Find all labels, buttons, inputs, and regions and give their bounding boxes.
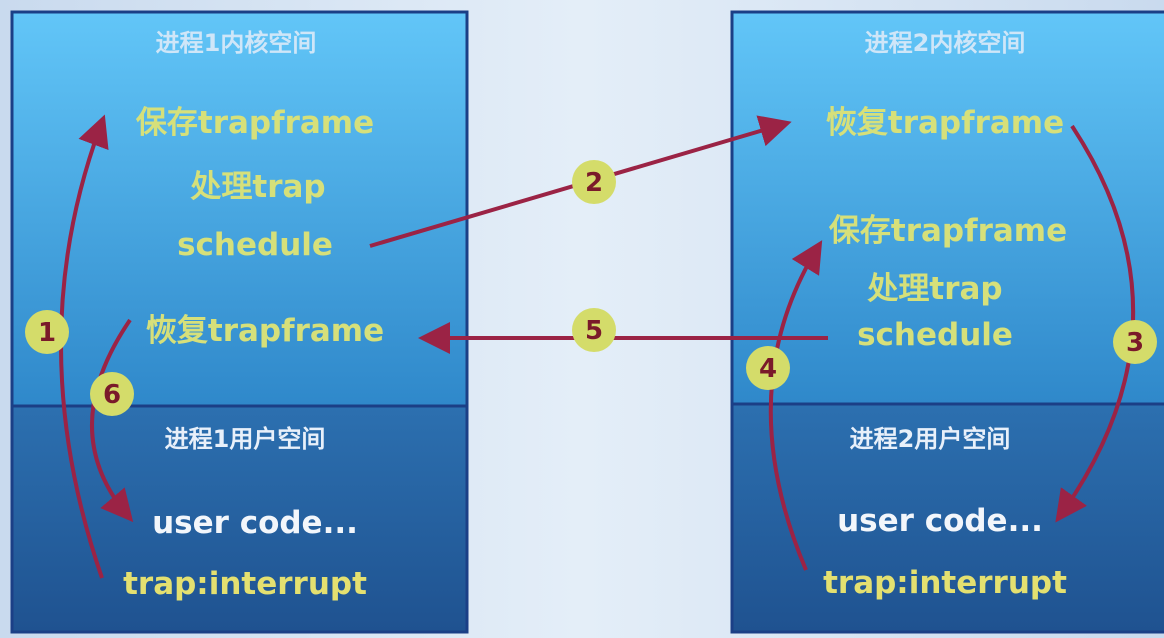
process1-box: 进程1内核空间 保存trapframe 处理trap schedule 恢复tr… bbox=[10, 10, 469, 634]
p1-schedule: schedule bbox=[177, 227, 333, 263]
svg-text:6: 6 bbox=[103, 380, 121, 410]
step-badge-1: 1 bbox=[25, 310, 69, 354]
step-badge-5: 5 bbox=[572, 308, 616, 352]
svg-text:4: 4 bbox=[759, 354, 777, 384]
process2-kernel-title: 进程2内核空间 bbox=[865, 29, 1026, 57]
p2-handle-trap: 处理trap bbox=[866, 271, 1002, 307]
svg-text:2: 2 bbox=[585, 168, 603, 198]
process2-box: 进程2内核空间 恢复trapframe 保存trapframe 处理trap s… bbox=[730, 10, 1164, 634]
p2-save-trapframe: 保存trapframe bbox=[829, 213, 1067, 249]
step-badge-2: 2 bbox=[572, 160, 616, 204]
svg-text:5: 5 bbox=[585, 316, 603, 346]
diagram: 进程1内核空间 保存trapframe 处理trap schedule 恢复tr… bbox=[10, 10, 1164, 634]
process1-kernel-title: 进程1内核空间 bbox=[156, 29, 317, 57]
process2-user-title: 进程2用户空间 bbox=[850, 425, 1011, 453]
p2-user-code: user code... bbox=[837, 503, 1043, 539]
p1-handle-trap: 处理trap bbox=[189, 169, 325, 205]
p1-trap-interrupt: trap:interrupt bbox=[123, 566, 367, 602]
step-badge-3: 3 bbox=[1113, 320, 1157, 364]
process1-user-title: 进程1用户空间 bbox=[165, 425, 326, 453]
p2-schedule: schedule bbox=[857, 317, 1013, 353]
step-badge-6: 6 bbox=[90, 372, 134, 416]
svg-text:1: 1 bbox=[38, 318, 56, 348]
p1-restore-trapframe: 恢复trapframe bbox=[146, 313, 384, 349]
svg-text:3: 3 bbox=[1126, 328, 1144, 358]
p2-restore-trapframe: 恢复trapframe bbox=[826, 105, 1064, 141]
p1-save-trapframe: 保存trapframe bbox=[136, 105, 374, 141]
step-badge-4: 4 bbox=[746, 346, 790, 390]
p1-user-code: user code... bbox=[152, 505, 358, 541]
p2-trap-interrupt: trap:interrupt bbox=[823, 565, 1067, 601]
